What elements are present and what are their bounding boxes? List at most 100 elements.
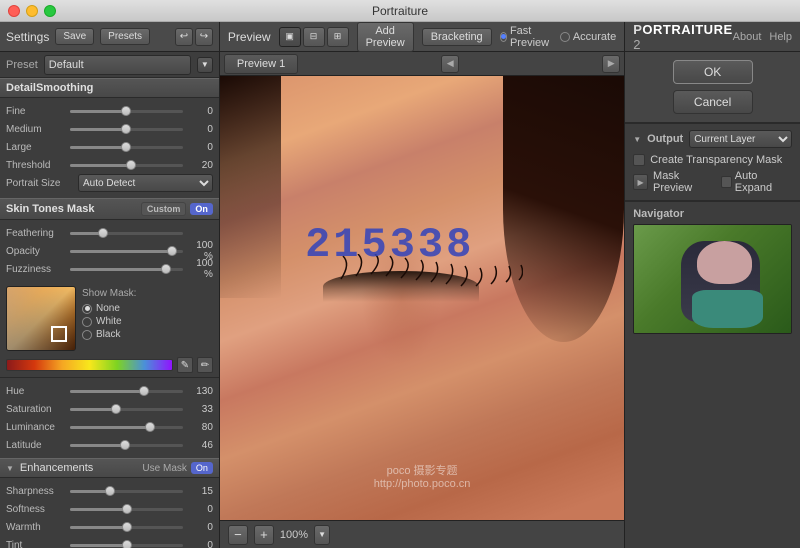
watermark-line2: http://photo.poco.cn [374, 478, 471, 490]
enhancements-sliders: Sharpness 15 Softness 0 Warm [0, 478, 219, 548]
sharpness-slider-row: Sharpness 15 [6, 482, 213, 500]
add-preview-button[interactable]: Add Preview [357, 22, 414, 52]
split-view-btn[interactable]: ⊟ [303, 27, 325, 47]
luminance-track[interactable] [70, 426, 183, 429]
tint-label: Tint [6, 540, 66, 548]
preview-tab-1[interactable]: Preview 1 [224, 54, 298, 74]
custom-badge: Custom [141, 202, 187, 216]
undo-icon[interactable]: ↩ [175, 28, 193, 46]
accurate-option[interactable]: Accurate [560, 31, 616, 43]
ok-button[interactable]: OK [673, 60, 753, 84]
radio-white-circle[interactable] [82, 317, 92, 327]
navigator-thumbnail [633, 224, 792, 334]
fine-slider-row: Fine 0 [6, 102, 213, 120]
fine-track[interactable] [70, 110, 183, 113]
show-mask-label: Show Mask: [82, 288, 136, 299]
color-picker-area: Show Mask: None White Black [0, 282, 219, 355]
warmth-value: 0 [187, 522, 213, 533]
title-bar: Portraiture [0, 0, 800, 22]
radio-white[interactable]: White [82, 316, 136, 327]
skin-tones-header: Skin Tones Mask Custom On [0, 198, 219, 220]
opacity-track[interactable] [70, 250, 183, 253]
color-strip [6, 359, 173, 371]
zoom-out-button[interactable]: − [228, 525, 248, 545]
eyedropper-btn-1[interactable]: ✎ [177, 357, 193, 373]
mask-preview-collapse[interactable]: ▶ [633, 174, 648, 190]
threshold-track[interactable] [70, 164, 183, 167]
create-transparency-checkbox[interactable] [633, 154, 645, 166]
output-select[interactable]: Current Layer [689, 130, 792, 148]
radio-black-circle[interactable] [82, 330, 92, 340]
fuzziness-track[interactable] [70, 268, 183, 271]
medium-value: 0 [187, 124, 213, 135]
accurate-radio[interactable] [560, 32, 570, 42]
save-button[interactable]: Save [55, 28, 94, 45]
fine-label: Fine [6, 106, 66, 117]
feathering-track[interactable] [70, 232, 183, 235]
radio-black-label: Black [96, 329, 120, 340]
warmth-track[interactable] [70, 526, 183, 529]
right-links: About Help [733, 31, 792, 43]
cancel-button[interactable]: Cancel [673, 90, 753, 114]
presets-button[interactable]: Presets [100, 28, 150, 45]
radio-none-circle[interactable] [82, 304, 92, 314]
redo-icon[interactable]: ↪ [195, 28, 213, 46]
fast-preview-option[interactable]: Fast Preview [500, 25, 552, 49]
sharpness-track[interactable] [70, 490, 183, 493]
about-link[interactable]: About [733, 31, 762, 43]
medium-track[interactable] [70, 128, 183, 131]
tint-slider-row: Tint 0 [6, 536, 213, 548]
opacity-label: Opacity [6, 246, 66, 257]
preview-image: 215338 poco 摄影专题 http://photo.poco.cn [220, 76, 624, 520]
output-header: ▼ Output Current Layer [633, 130, 792, 148]
output-collapse-icon[interactable]: ▼ [633, 135, 641, 144]
saturation-track[interactable] [70, 408, 183, 411]
zoom-in-button[interactable]: + [254, 525, 274, 545]
fuzziness-label: Fuzziness [6, 264, 66, 275]
minimize-button[interactable] [26, 5, 38, 17]
saturation-slider-row: Saturation 33 [6, 400, 213, 418]
preview-nav-prev[interactable]: ◀ [441, 55, 459, 73]
warmth-slider-row: Warmth 0 [6, 518, 213, 536]
softness-track[interactable] [70, 508, 183, 511]
zoom-dropdown[interactable]: ▼ [314, 525, 330, 545]
portrait-size-label: Portrait Size [6, 178, 74, 189]
preview-mode-buttons: ▣ ⊟ ⊞ [279, 27, 349, 47]
opacity-slider-row: Opacity 100 % [6, 242, 213, 260]
preset-select[interactable]: Default [44, 55, 191, 75]
grid-view-btn[interactable]: ⊞ [327, 27, 349, 47]
portrait-size-select[interactable]: Auto Detect [78, 174, 213, 192]
color-swatch[interactable] [6, 286, 76, 351]
fast-preview-radio[interactable] [500, 32, 507, 42]
maximize-button[interactable] [44, 5, 56, 17]
preset-dropdown-arrow[interactable]: ▼ [197, 57, 213, 73]
help-link[interactable]: Help [769, 31, 792, 43]
hue-track[interactable] [70, 390, 183, 393]
tint-track[interactable] [70, 544, 183, 547]
hue-label: Hue [6, 386, 66, 397]
enhancements-collapse-icon[interactable]: ▼ [6, 464, 14, 473]
preview-toolbar-label: Preview [228, 30, 271, 44]
app-title: Portraiture [372, 4, 428, 18]
large-track[interactable] [70, 146, 183, 149]
right-toolbar: PORTRAITURE 2 About Help [625, 22, 800, 52]
latitude-track[interactable] [70, 444, 183, 447]
mask-preview-row: ▶ Mask Preview Auto Expand [633, 170, 792, 194]
zoom-value: 100% [280, 529, 308, 541]
eyedropper-btn-2[interactable]: ✏ [197, 357, 213, 373]
preview-nav-next[interactable]: ▶ [602, 55, 620, 73]
auto-expand-label: Auto Expand [735, 170, 792, 194]
bracketing-button[interactable]: Bracketing [422, 28, 492, 46]
radio-none[interactable]: None [82, 303, 136, 314]
app-logo: PORTRAITURE 2 [633, 22, 732, 52]
latitude-label: Latitude [6, 440, 66, 451]
navigator-label: Navigator [633, 208, 792, 220]
medium-slider-row: Medium 0 [6, 120, 213, 138]
auto-expand-checkbox[interactable] [721, 176, 732, 188]
single-view-btn[interactable]: ▣ [279, 27, 301, 47]
radio-black[interactable]: Black [82, 329, 136, 340]
feathering-label: Feathering [6, 228, 66, 239]
watermark: poco 摄影专题 http://photo.poco.cn [374, 462, 471, 490]
close-button[interactable] [8, 5, 20, 17]
accurate-label: Accurate [573, 31, 616, 43]
